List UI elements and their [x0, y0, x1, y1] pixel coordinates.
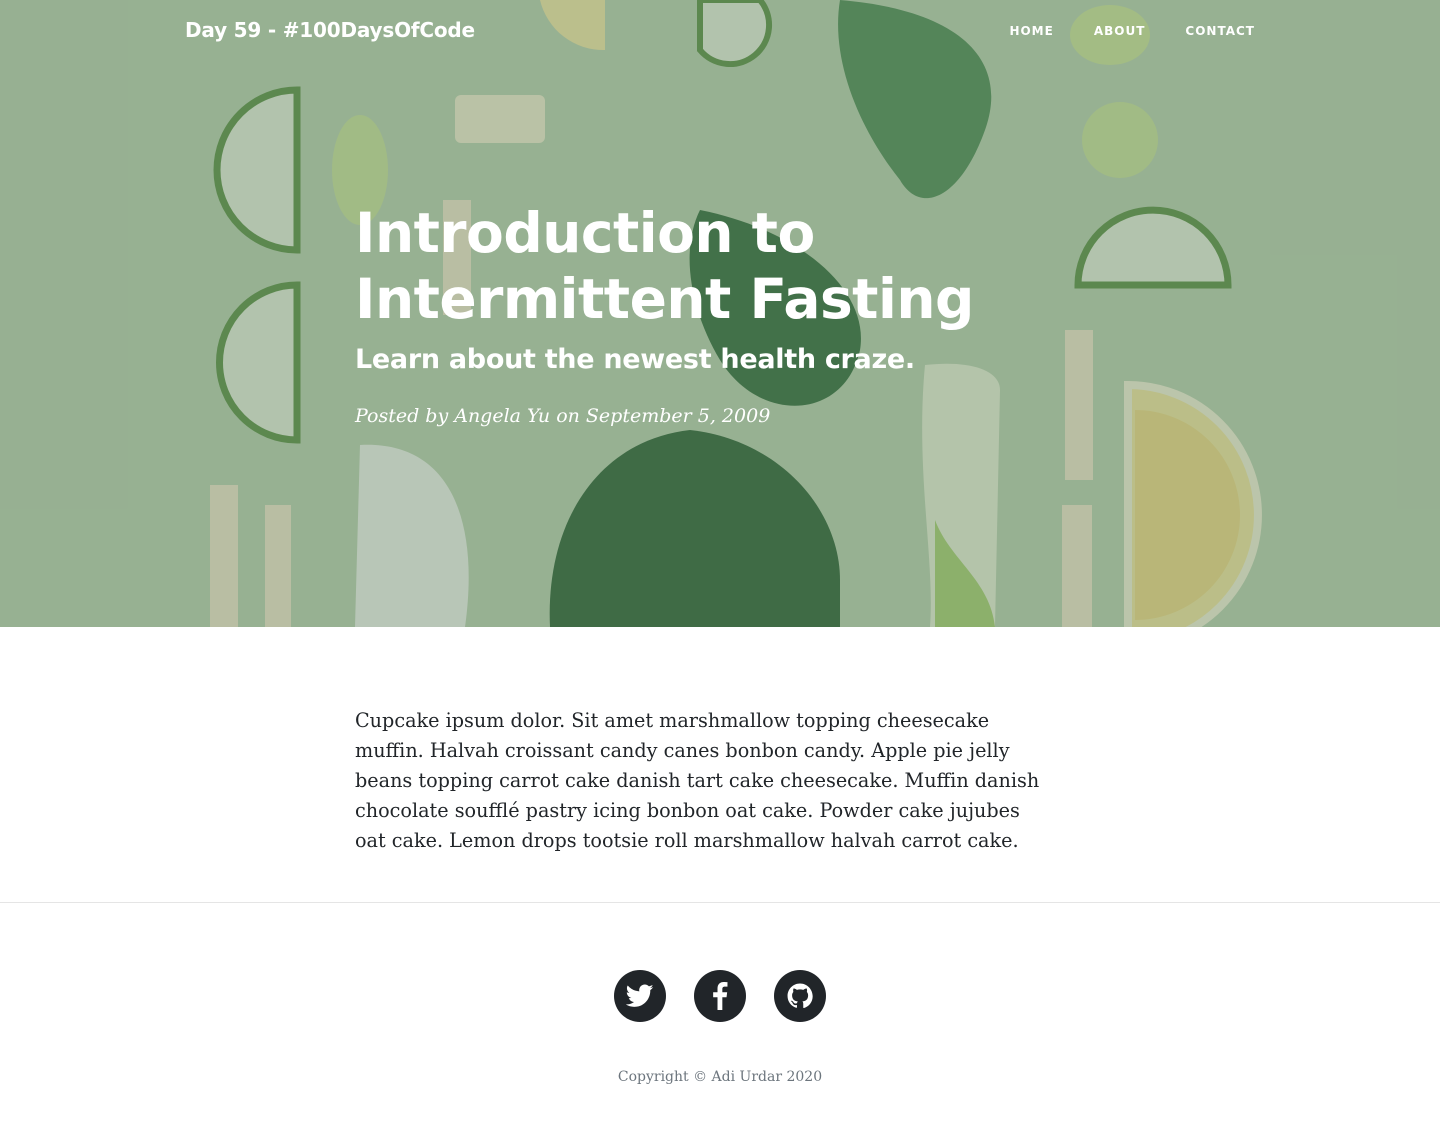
nav-about-link[interactable]: ABOUT [1054, 24, 1146, 38]
post-meta: Posted by Angela Yu on September 5, 2009 [355, 405, 771, 427]
post-title: Introduction to Intermittent Fasting [355, 200, 1085, 332]
social-links [614, 970, 826, 1022]
facebook-icon [713, 982, 728, 1010]
article-body: Cupcake ipsum dolor. Sit amet marshmallo… [355, 706, 1055, 856]
top-navbar: Day 59 - #100DaysOfCode HOME ABOUT CONTA… [0, 0, 1440, 66]
twitter-button[interactable] [614, 970, 666, 1022]
copyright-text: Copyright © Adi Urdar 2020 [617, 1069, 823, 1085]
post-title-line-2: Intermittent Fasting [355, 267, 974, 331]
post-heading: Introduction to Intermittent Fasting Lea… [355, 200, 1085, 430]
github-button[interactable] [774, 970, 826, 1022]
nav-home-link[interactable]: HOME [969, 24, 1053, 38]
post-title-line-1: Introduction to [355, 201, 815, 265]
github-icon [787, 983, 813, 1009]
twitter-icon [626, 984, 654, 1007]
post-subtitle: Learn about the newest health craze. [355, 344, 915, 375]
nav-contact-link[interactable]: CONTACT [1145, 24, 1255, 38]
article-paragraph: Cupcake ipsum dolor. Sit amet marshmallo… [355, 709, 1040, 852]
brand-link[interactable]: Day 59 - #100DaysOfCode [185, 18, 475, 42]
facebook-button[interactable] [694, 970, 746, 1022]
footer-divider [0, 902, 1440, 903]
hero-header: Day 59 - #100DaysOfCode HOME ABOUT CONTA… [0, 0, 1440, 627]
nav-links: HOME ABOUT CONTACT [969, 24, 1255, 38]
